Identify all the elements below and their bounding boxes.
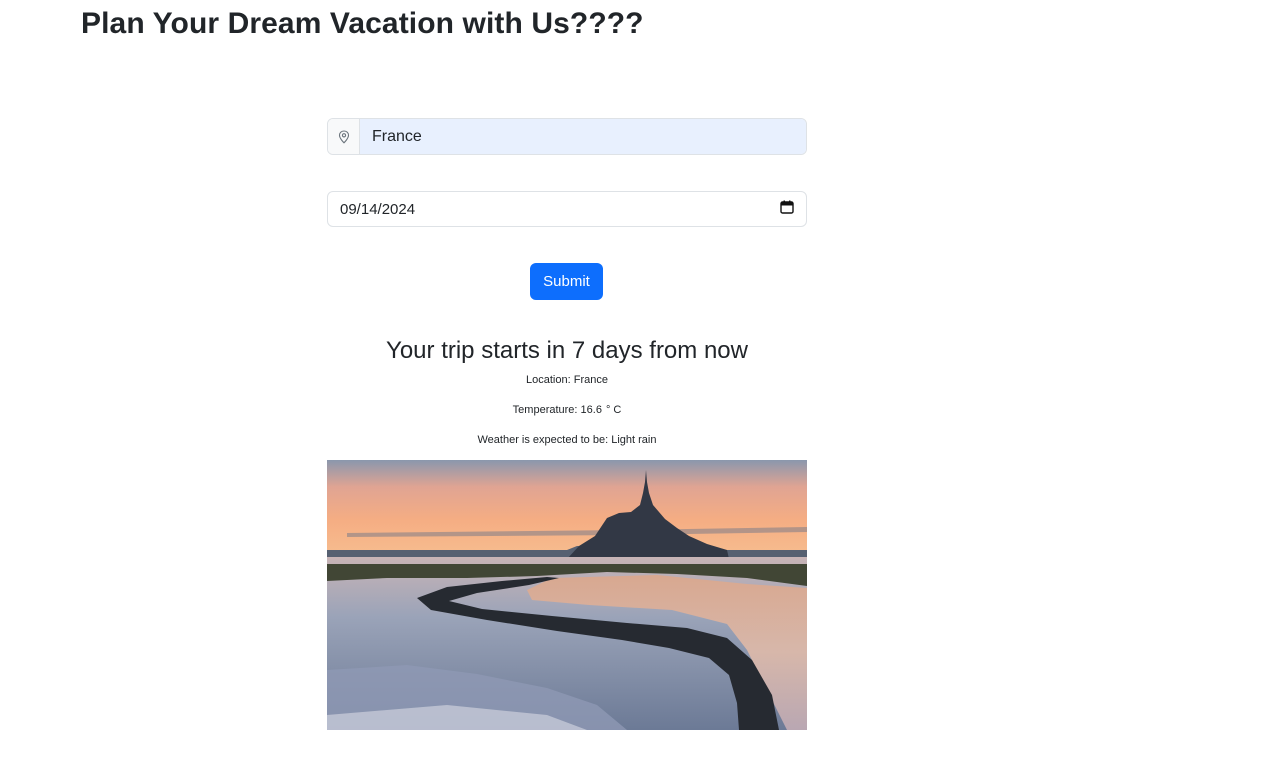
weather-info: Weather is expected to be: Light rain (327, 433, 807, 447)
temperature-degree: ° (605, 404, 611, 416)
map-pin-icon (328, 119, 360, 154)
sky (327, 460, 807, 556)
date-value: 09/14/2024 (340, 200, 416, 218)
temperature-info-label: Temperature: (512, 404, 578, 416)
temperature-info: Temperature: 16.6 ° C (327, 403, 807, 417)
temperature-unit: C (613, 404, 622, 416)
trip-result: Your trip starts in 7 days from now Loca… (327, 334, 807, 447)
location-info-value: France (573, 374, 608, 386)
page: Plan Your Dream Vacation with Us???? 09/… (0, 0, 1270, 772)
submit-button[interactable]: Submit (530, 263, 603, 300)
calendar-icon[interactable] (780, 200, 794, 219)
destination-image (327, 460, 807, 730)
trip-heading: Your trip starts in 7 days from now (386, 337, 748, 364)
temperature-info-value: 16.6 (580, 404, 602, 416)
location-info-label: Location: (526, 374, 571, 386)
date-input[interactable]: 09/14/2024 (327, 191, 807, 227)
location-info: Location: France (327, 373, 807, 387)
location-input[interactable] (360, 119, 806, 154)
location-input-group (327, 118, 807, 155)
weather-info-value: Light rain (611, 434, 657, 446)
page-title: Plan Your Dream Vacation with Us???? (81, 7, 644, 40)
weather-info-label: Weather is expected to be: (477, 434, 609, 446)
